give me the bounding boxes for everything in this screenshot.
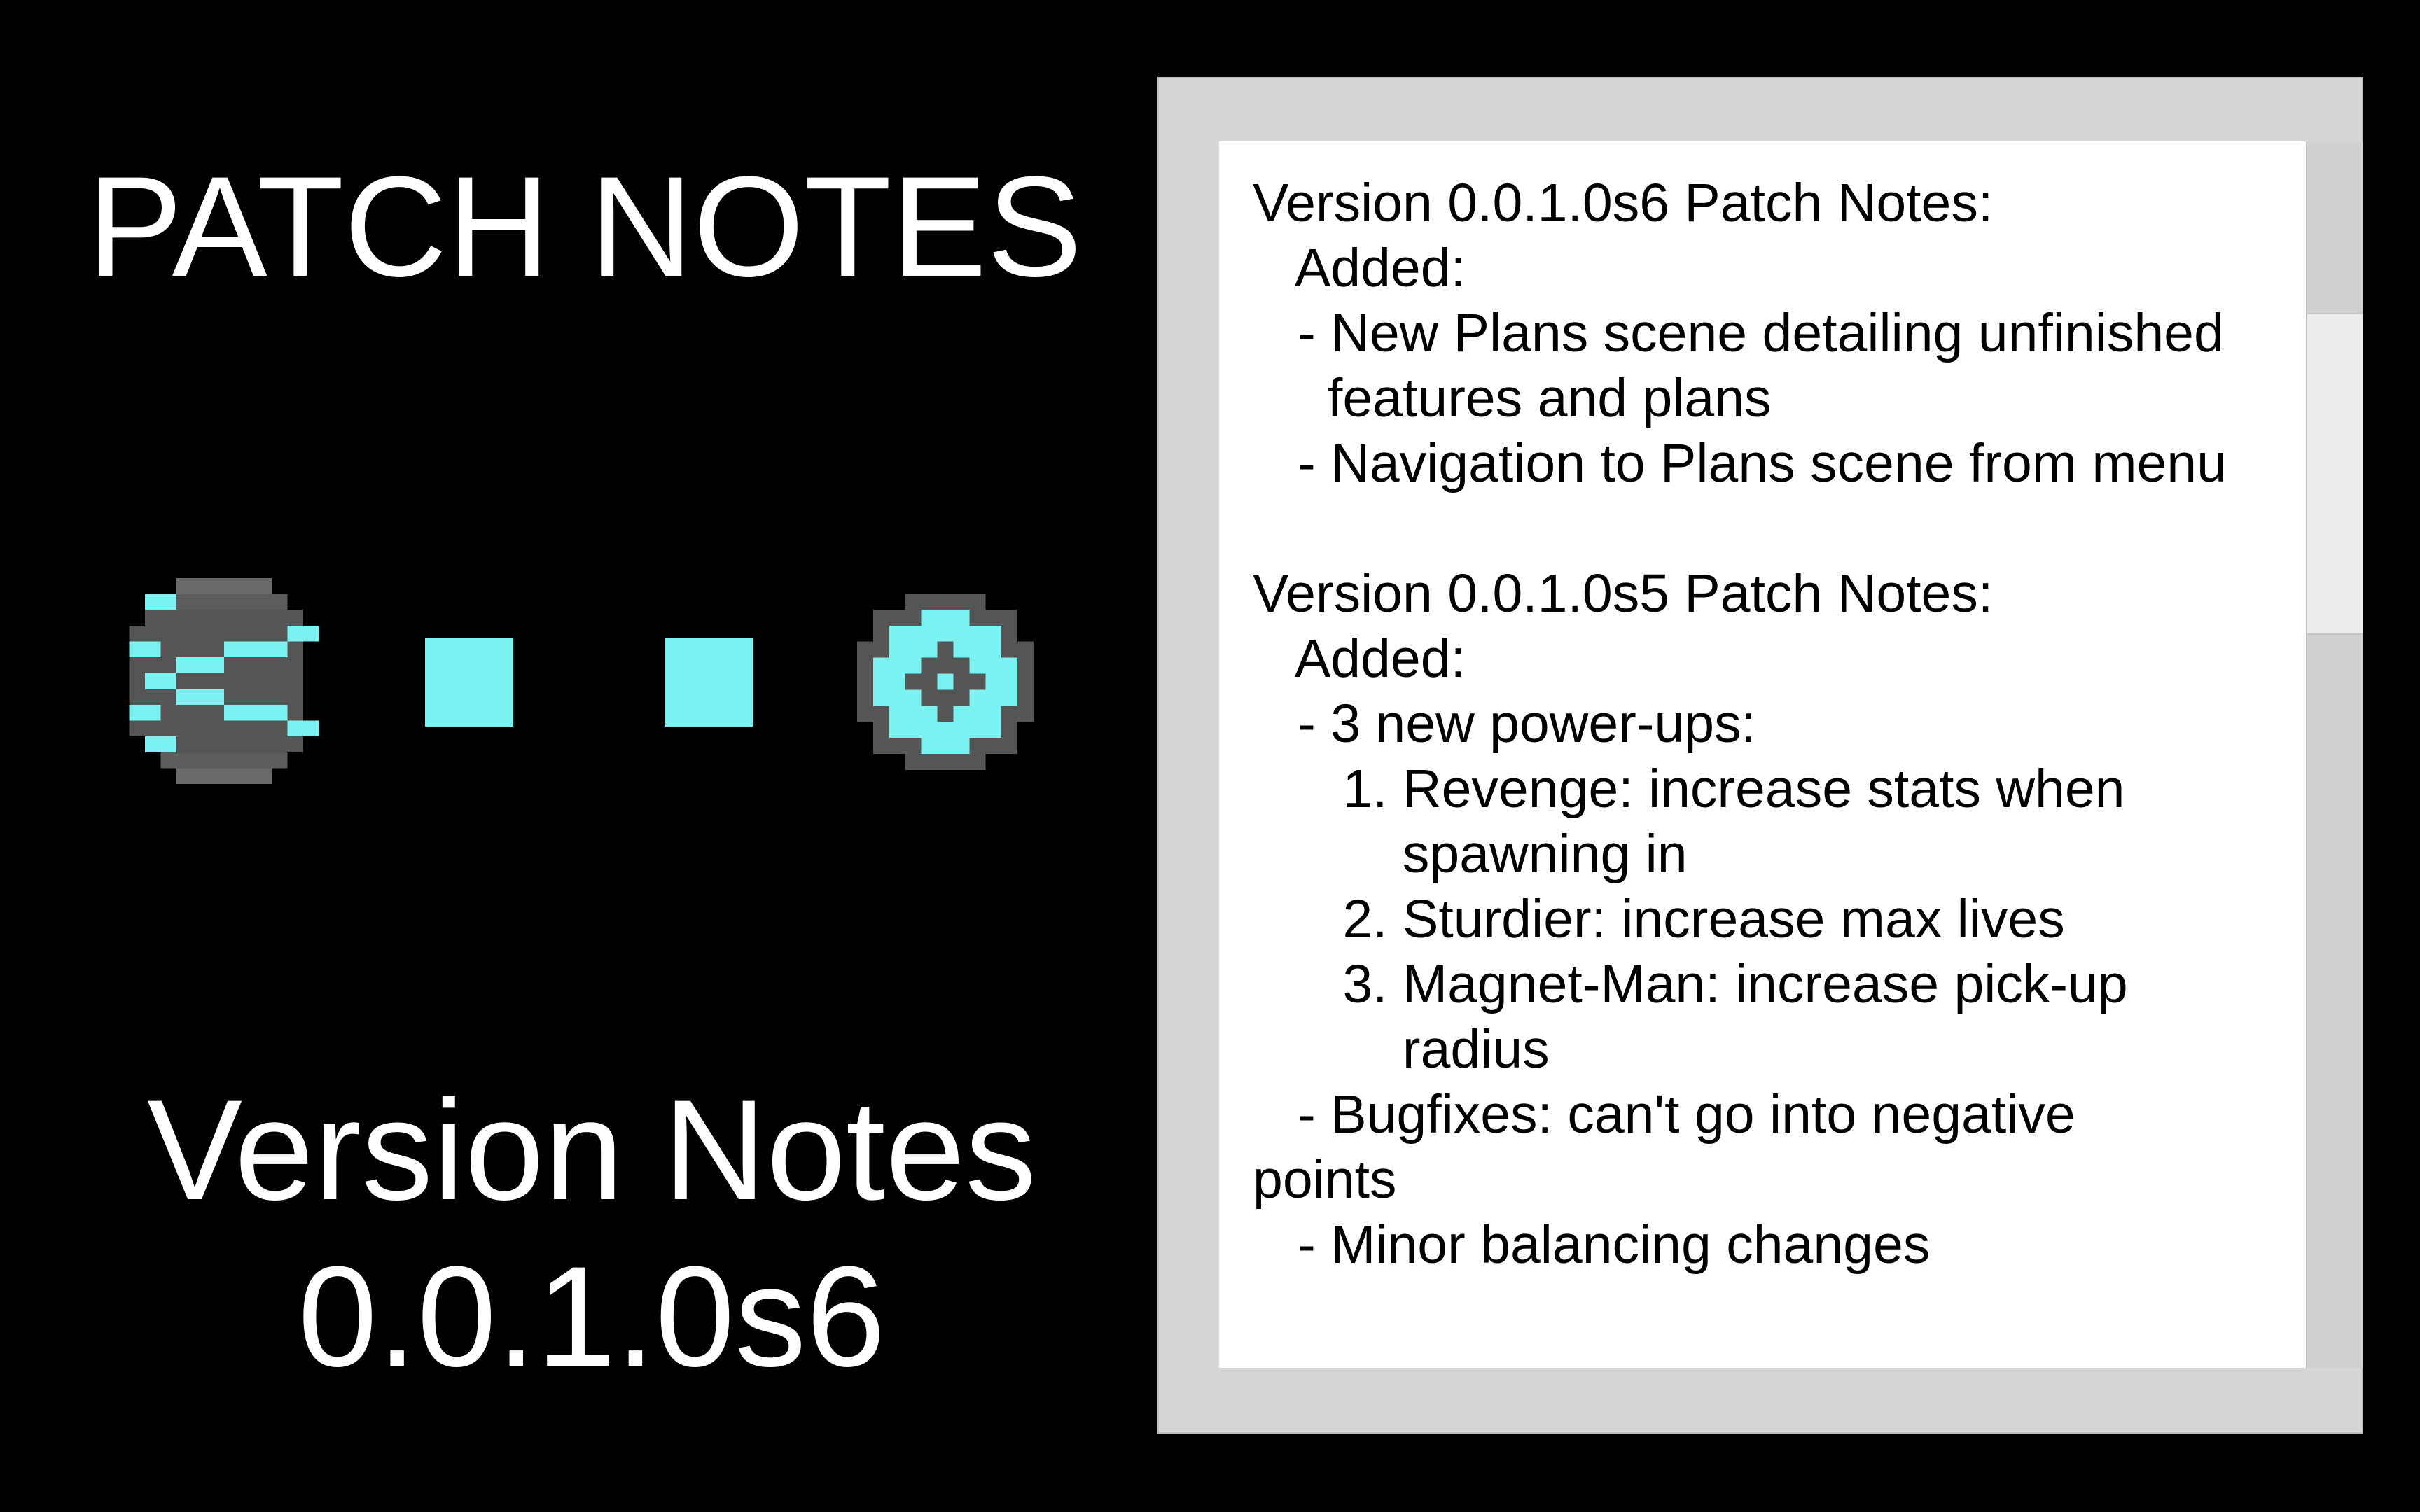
plus-shape-powerup-icon — [857, 594, 1034, 770]
version-number: 0.0.1.0s6 — [298, 1237, 886, 1396]
patch-notes-text: Version 0.0.1.0s6 Patch Notes: Added: - … — [1253, 173, 2227, 1275]
square-bullet-icon — [665, 638, 753, 727]
version-notes-label: Version Notes — [146, 1070, 1037, 1230]
ghost-enemy-icon — [127, 578, 321, 784]
patch-notes-title: PATCH NOTES — [87, 147, 1083, 307]
version-notes-heading: Version Notes 0.0.1.0s6 — [0, 1067, 1183, 1400]
notes-scrollbar[interactable] — [2306, 141, 2363, 1368]
notes-scrollbar-thumb[interactable] — [2307, 313, 2363, 635]
patch-notes-text-area[interactable]: Version 0.0.1.0s6 Patch Notes: Added: - … — [1219, 141, 2306, 1368]
square-bullet-icon — [425, 638, 513, 727]
